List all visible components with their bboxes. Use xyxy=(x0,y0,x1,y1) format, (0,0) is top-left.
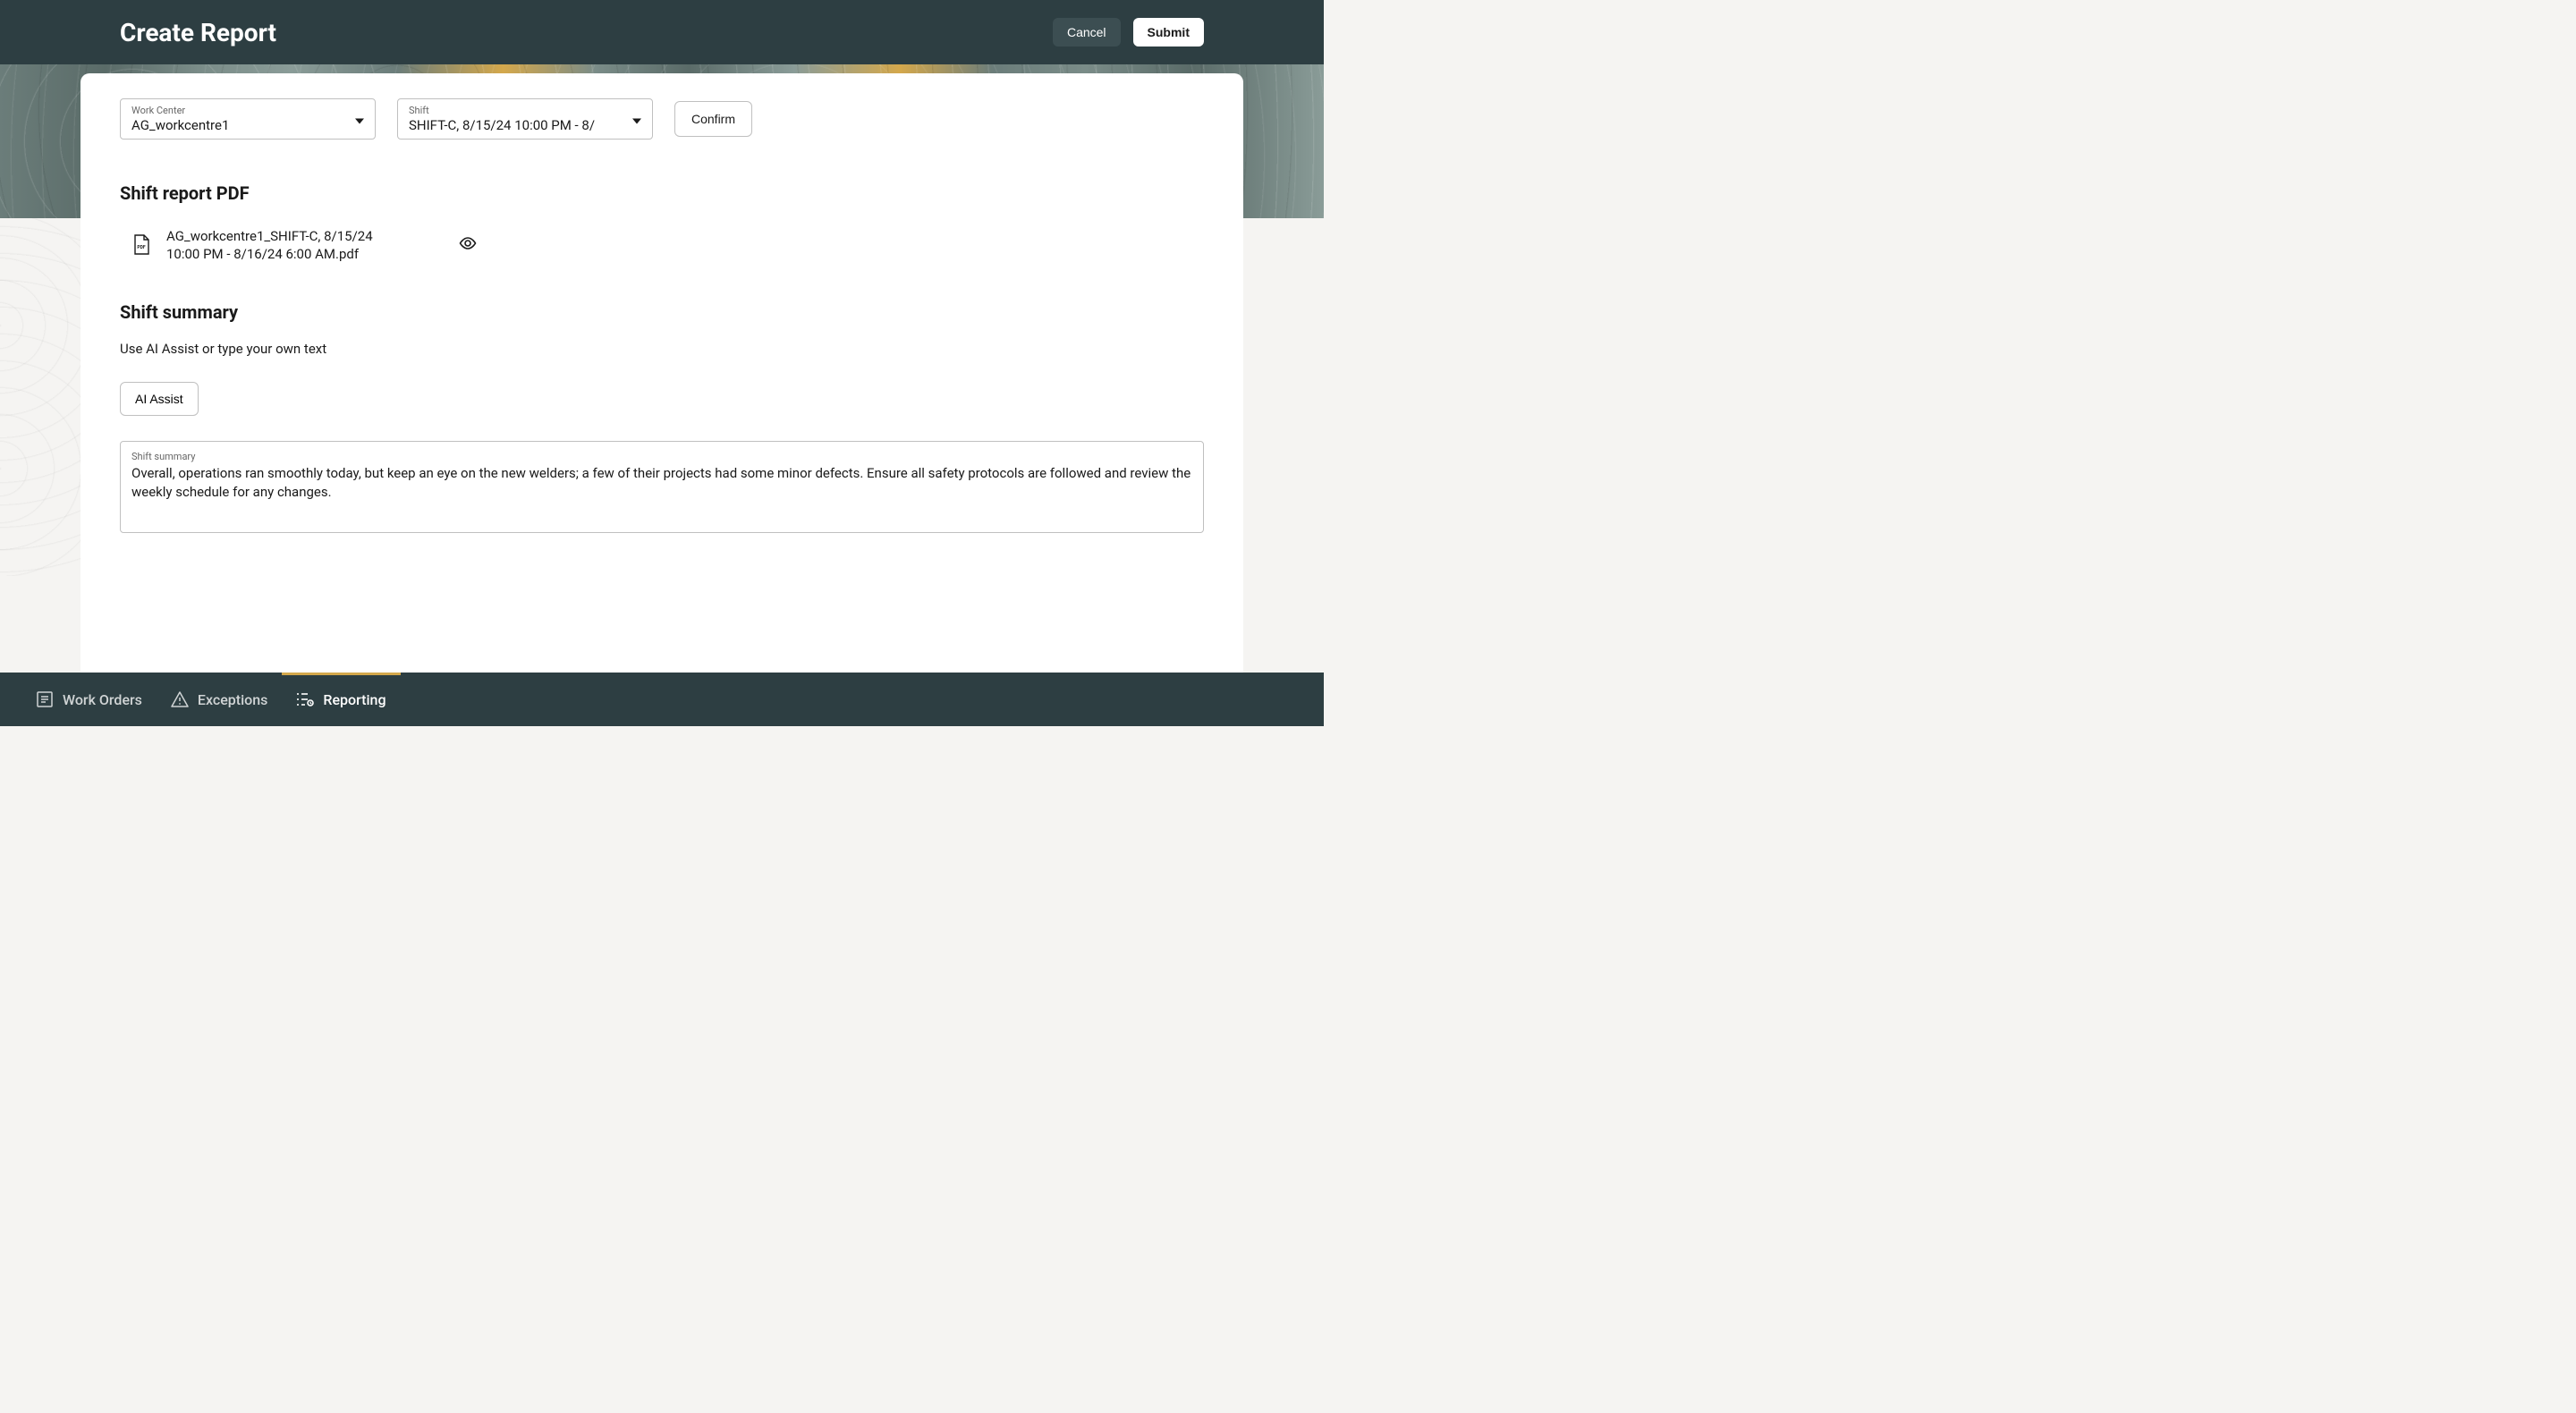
reporting-icon xyxy=(296,690,314,708)
pdf-filename: AG_workcentre1_SHIFT-C, 8/15/24 10:00 PM… xyxy=(166,227,408,264)
work-center-select[interactable]: Work Center AG_workcentre1 xyxy=(120,98,376,140)
shift-summary-field-label: Shift summary xyxy=(131,451,1192,462)
shift-label: Shift xyxy=(409,105,641,116)
pdf-file-icon: PDF xyxy=(132,234,150,256)
pdf-section-heading: Shift report PDF xyxy=(120,182,1204,204)
header-actions: Cancel Submit xyxy=(1053,18,1204,47)
nav-reporting-label: Reporting xyxy=(323,691,386,708)
decorative-side-pattern xyxy=(0,218,80,576)
nav-work-orders[interactable]: Work Orders xyxy=(21,673,157,726)
bottom-nav: Work Orders Exceptions Reporting xyxy=(0,673,1324,726)
submit-button[interactable]: Submit xyxy=(1133,18,1204,47)
exceptions-icon xyxy=(171,690,189,708)
summary-hint: Use AI Assist or type your own text xyxy=(120,341,1204,357)
shift-select[interactable]: Shift SHIFT-C, 8/15/24 10:00 PM - 8/ xyxy=(397,98,653,140)
preview-button[interactable] xyxy=(458,233,478,257)
nav-work-orders-label: Work Orders xyxy=(63,691,142,708)
confirm-button[interactable]: Confirm xyxy=(674,101,752,137)
shift-summary-field-wrap[interactable]: Shift summary xyxy=(120,441,1204,533)
svg-text:PDF: PDF xyxy=(137,245,145,250)
work-center-value: AG_workcentre1 xyxy=(131,117,364,133)
chevron-down-icon xyxy=(632,111,641,128)
eye-icon xyxy=(458,233,478,253)
work-center-label: Work Center xyxy=(131,105,364,116)
shift-value: SHIFT-C, 8/15/24 10:00 PM - 8/ xyxy=(409,117,641,133)
nav-exceptions[interactable]: Exceptions xyxy=(157,673,282,726)
ai-assist-button[interactable]: AI Assist xyxy=(120,382,199,416)
cancel-button[interactable]: Cancel xyxy=(1053,18,1121,47)
chevron-down-icon xyxy=(355,111,364,128)
page-header: Create Report Cancel Submit xyxy=(0,0,1324,64)
work-orders-icon xyxy=(36,690,54,708)
nav-exceptions-label: Exceptions xyxy=(198,691,267,708)
shift-summary-textarea[interactable] xyxy=(131,464,1192,520)
pdf-file-row: PDF AG_workcentre1_SHIFT-C, 8/15/24 10:0… xyxy=(120,222,1204,269)
filter-row: Work Center AG_workcentre1 Shift SHIFT-C… xyxy=(120,98,1204,140)
main-panel: Work Center AG_workcentre1 Shift SHIFT-C… xyxy=(80,73,1243,673)
summary-section-heading: Shift summary xyxy=(120,301,1204,323)
nav-reporting[interactable]: Reporting xyxy=(282,673,400,726)
page-title: Create Report xyxy=(120,18,276,47)
